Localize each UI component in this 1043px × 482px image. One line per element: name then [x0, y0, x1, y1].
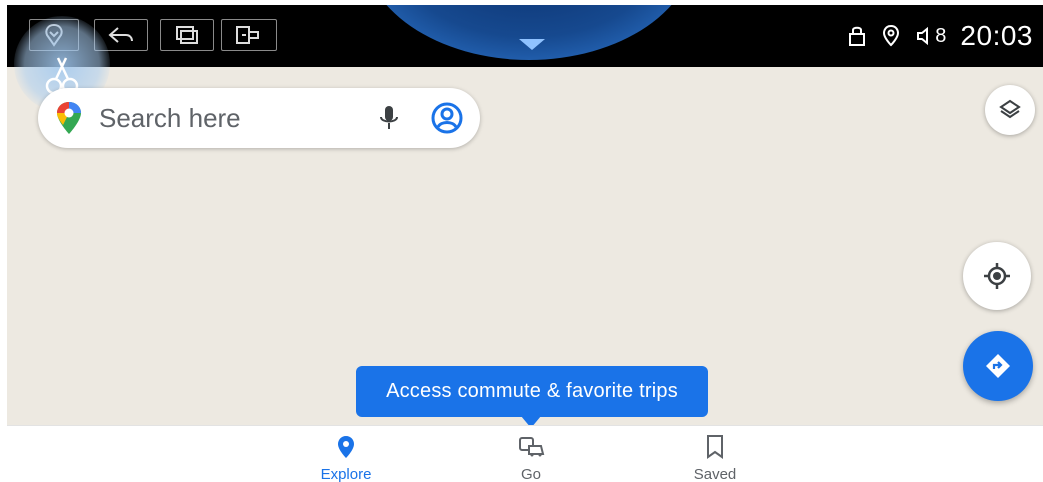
notification-pull-dome[interactable]	[362, 5, 696, 60]
commute-tooltip[interactable]: Access commute & favorite trips	[356, 366, 708, 417]
microphone-icon[interactable]	[376, 101, 402, 135]
search-input[interactable]: Search here	[99, 103, 376, 134]
crosshair-icon	[984, 263, 1010, 289]
volume-indicator: 8	[915, 25, 946, 48]
nav-label-go: Go	[520, 466, 541, 482]
bookmark-icon	[707, 435, 723, 459]
nav-item-go[interactable]: Go	[471, 434, 591, 482]
location-pin-icon	[338, 436, 354, 458]
layers-button[interactable]	[985, 85, 1035, 135]
system-status-bar: 8 20:03	[7, 5, 1043, 67]
status-indicators: 8 20:03	[847, 19, 1033, 53]
recent-apps-icon	[176, 26, 198, 44]
nav-item-explore[interactable]: Explore	[286, 434, 406, 482]
nav-item-saved[interactable]: Saved	[655, 434, 775, 482]
google-maps-pin-icon	[57, 102, 81, 134]
back-arrow-icon	[108, 27, 133, 43]
directions-button[interactable]	[963, 331, 1033, 401]
split-screen-button[interactable]	[221, 19, 277, 51]
account-icon[interactable]	[430, 101, 464, 135]
nav-label-saved: Saved	[693, 466, 737, 482]
chevron-down-icon[interactable]	[519, 39, 545, 50]
bottom-navigation: Explore Go Saved	[7, 425, 1043, 482]
nav-label-explore: Explore	[320, 466, 372, 482]
recent-apps-button[interactable]	[160, 19, 214, 51]
layers-icon	[999, 99, 1021, 119]
search-bar[interactable]: Search here	[38, 88, 480, 148]
directions-icon	[986, 354, 1010, 378]
lock-icon	[849, 26, 866, 46]
speaker-icon	[917, 26, 929, 46]
volume-level: 8	[935, 24, 947, 47]
commute-icon	[519, 437, 545, 457]
my-location-button[interactable]	[963, 242, 1031, 310]
split-screen-icon	[236, 26, 259, 44]
clock: 20:03	[960, 20, 1033, 51]
location-icon	[883, 24, 900, 47]
